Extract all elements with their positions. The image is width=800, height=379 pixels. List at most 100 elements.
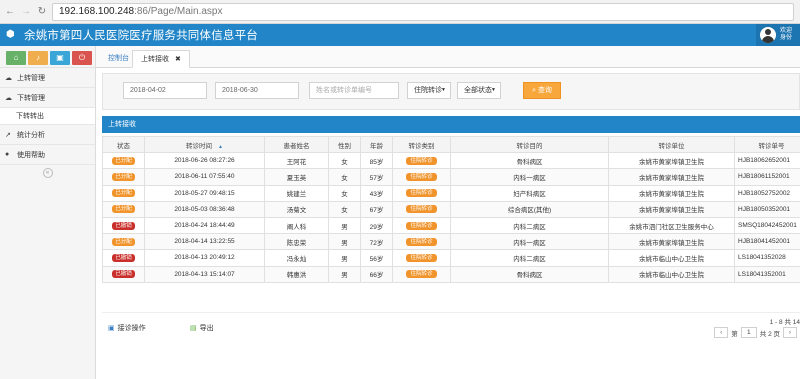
status-badge: 已撤销	[112, 253, 135, 262]
cell-text: 2018-06-26 08:27:26	[174, 157, 235, 165]
start-date-input[interactable]: 2018-04-02	[123, 82, 207, 99]
sidebar-item-upward[interactable]: ☁ 上转管理	[0, 68, 95, 88]
cell-text: 67岁	[369, 207, 384, 215]
page-count: 共 2 页	[759, 330, 780, 338]
cell-text: 2018-04-24 18:44:49	[174, 222, 235, 230]
reload-icon[interactable]: ↻	[36, 6, 48, 18]
table-row[interactable]: 已撤销 2018-04-13 15:14:07 韩惠洪 男 66岁 住院转诊 骨科病区 余姚市…	[102, 265, 800, 283]
cell-text: 2018-04-13 15:14:07	[174, 270, 235, 278]
referral-no-cell: HJB18061152001	[734, 168, 800, 186]
cell-text: 男	[341, 272, 348, 280]
app-title: 余姚市第四人民医院医疗服务共同体信息平台	[24, 30, 258, 42]
table-row[interactable]: 已分配 2018-05-03 08:36:48 汤菊文 女 67岁 住院转诊 综合病区(其他…	[102, 200, 800, 218]
app-header: ⬢ 余姚市第四人民医院医疗服务共同体信息平台 欢迎 身份	[0, 24, 800, 46]
sort-icon[interactable]: ▲	[218, 144, 223, 150]
sex-cell: 男	[328, 265, 361, 283]
time-cell: 2018-04-13 20:49:12	[144, 249, 265, 267]
type-cell: 住院转诊	[392, 249, 451, 267]
close-icon[interactable]: ✖	[175, 56, 181, 63]
col-header[interactable]: 转诊单位	[608, 135, 735, 154]
age-cell: 72岁	[360, 233, 393, 251]
sidebar-item-help[interactable]: ● 使用帮助	[0, 145, 95, 165]
forward-arrow-icon[interactable]: →	[20, 6, 32, 18]
destination-cell: 内科一病区	[450, 168, 609, 186]
destination-cell: 骨科病区	[450, 265, 609, 283]
user-area[interactable]: 欢迎 身份	[756, 24, 800, 46]
sidebar-item-statistics[interactable]: ↗ 统计分析	[0, 125, 95, 145]
next-page-button[interactable]: ›	[783, 327, 797, 338]
sidebar-subitem-downward-out[interactable]: 下转转出	[0, 108, 95, 125]
tab-label: 控制台	[108, 55, 129, 62]
type-badge: 住院转诊	[406, 156, 437, 165]
status-badge: 已撤销	[112, 270, 135, 279]
cell-text: HJB18050352001	[738, 205, 791, 213]
patient-name-cell: 姚建兰	[264, 184, 329, 202]
collapse-sidebar-icon[interactable]: «	[42, 168, 53, 178]
table-row[interactable]: 已撤销 2018-04-24 18:44:49 阐人科 男 29岁 住院转诊 内科二病区 余姚…	[102, 216, 800, 235]
pager-range: 1 - 8	[769, 319, 783, 326]
col-header[interactable]: 患者姓名	[264, 135, 329, 154]
cell-text: HJB18062652001	[738, 157, 791, 165]
cell-text: 夏玉英	[286, 174, 307, 182]
sidebar-item-label: 下转管理	[17, 94, 45, 102]
cell-text: 骨科病区	[516, 272, 543, 280]
cloud-upload-icon: ☁	[5, 74, 12, 82]
status-badge: 已分配	[112, 172, 135, 181]
home-icon[interactable]: ⌂	[6, 51, 26, 65]
page-number-input[interactable]: 1	[740, 327, 757, 338]
type-cell: 住院转诊	[392, 152, 451, 170]
user-avatar-icon[interactable]	[760, 27, 776, 43]
cell-text: 汤菊文	[286, 207, 307, 215]
patient-name-cell: 王阿花	[264, 152, 329, 170]
sidebar-item-downward[interactable]: ☁ 下转管理	[0, 88, 95, 108]
sidebar: ⌂ ♪ ▣ ⏻ ☁ 上转管理 ☁ 下转管理 下转转出 ↗ 统计分析 ● 使用帮助…	[0, 46, 96, 379]
table-row[interactable]: 已撤销 2018-04-13 20:49:12 冯永灿 男 56岁 住院转诊 内科二病区 余姚…	[102, 249, 800, 267]
status-cell: 已分配	[102, 200, 145, 218]
patient-name-cell: 夏玉英	[264, 168, 329, 186]
cell-text: 内科二病区	[513, 223, 546, 231]
col-header-time[interactable]: 转诊时间 ▲	[144, 135, 265, 154]
table-row[interactable]: 已分配 2018-06-26 08:27:26 王阿花 女 85岁 住院转诊 骨科病区 余姚市…	[102, 152, 800, 170]
sidebar-item-label: 上转管理	[17, 74, 45, 82]
col-header[interactable]: 转诊目的	[450, 135, 609, 154]
age-cell: 43岁	[360, 184, 393, 202]
col-header[interactable]: 转诊单号	[734, 135, 800, 154]
type-badge: 住院转诊	[406, 189, 437, 198]
pager-total: 共 14	[784, 319, 800, 326]
col-header[interactable]: 性别	[328, 135, 361, 154]
type-select-value: 住院转诊	[414, 87, 442, 94]
chart-icon: ↗	[5, 131, 11, 139]
receive-button[interactable]: ▣ 接诊操作	[108, 323, 146, 333]
back-arrow-icon[interactable]: ←	[4, 6, 16, 18]
type-cell: 住院转诊	[392, 168, 451, 186]
col-header[interactable]: 转诊类别	[392, 135, 451, 154]
col-header[interactable]: 状态	[102, 135, 145, 154]
status-select[interactable]: 全部状态 ▼	[457, 82, 501, 99]
end-date-input[interactable]: 2018-06-30	[215, 82, 299, 99]
table-row[interactable]: 已分配 2018-04-14 13:22:55 陈忠荣 男 72岁 住院转诊 内科一病区 余姚…	[102, 233, 800, 251]
bell-icon[interactable]: ♪	[28, 51, 48, 65]
prev-page-button[interactable]: ‹	[714, 327, 729, 338]
cell-text: 2018-05-27 09:48:15	[174, 189, 235, 197]
address-bar[interactable]: 192.168.100.248:86/Page/Main.aspx	[52, 2, 794, 21]
receive-button-label: 接诊操作	[117, 325, 146, 332]
cell-text: 综合病区(其他)	[507, 207, 552, 215]
type-select[interactable]: 住院转诊 ▼	[407, 82, 451, 99]
tab-upward-receive[interactable]: 上转接收 ✖	[132, 50, 190, 68]
sidebar-item-label: 统计分析	[17, 131, 45, 139]
sex-cell: 女	[328, 184, 361, 202]
destination-cell: 内科二病区	[450, 249, 609, 267]
tab-label: 上转接收	[141, 56, 169, 63]
search-input[interactable]: 姓名或转诊单编号	[309, 82, 399, 99]
power-icon[interactable]: ⏻	[72, 51, 92, 65]
export-button[interactable]: ▤ 导出	[190, 323, 214, 333]
query-button[interactable]: ⌕ 查询	[523, 82, 561, 99]
referral-no-cell: HJB18041452001	[734, 233, 800, 251]
status-badge: 已分配	[112, 189, 135, 198]
col-header[interactable]: 年龄	[360, 135, 393, 154]
table-row[interactable]: 已分配 2018-06-11 07:55:40 夏玉英 女 57岁 住院转诊 内科一病区 余姚…	[102, 168, 800, 186]
sex-cell: 男	[328, 233, 361, 251]
save-icon[interactable]: ▣	[50, 51, 70, 65]
time-cell: 2018-04-24 18:44:49	[144, 216, 265, 235]
table-row[interactable]: 已分配 2018-05-27 09:48:15 姚建兰 女 43岁 住院转诊 妇产科病区 余姚…	[102, 184, 800, 202]
